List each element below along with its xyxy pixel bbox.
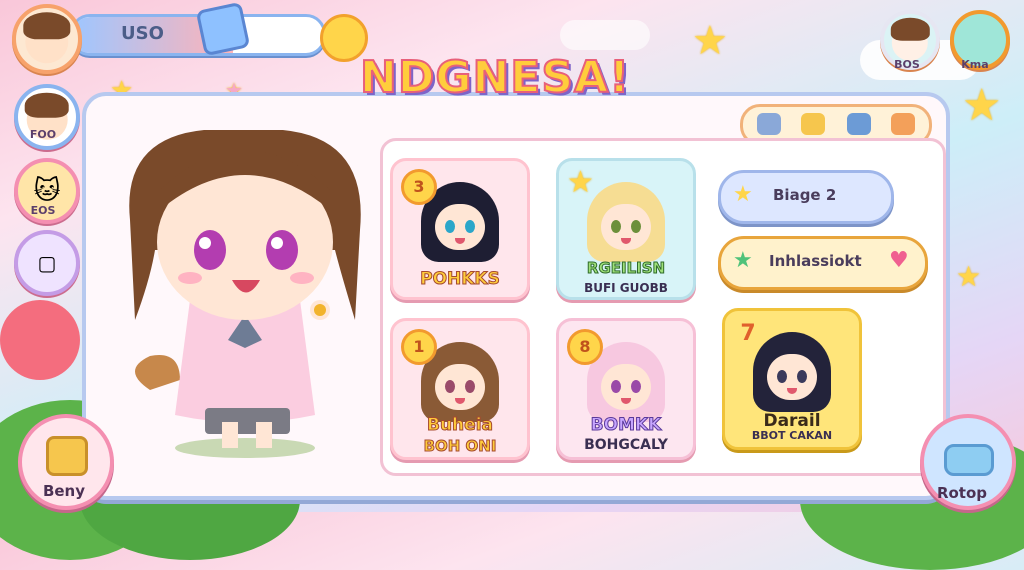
star-decoration: ★	[962, 80, 1002, 131]
card-name: BOMKK	[590, 415, 662, 436]
pet-teal[interactable]	[847, 113, 871, 135]
card-name: RGEILISN	[586, 259, 666, 278]
card-subtitle: BOH ONI	[423, 437, 497, 456]
card-name: Buheia	[427, 415, 494, 436]
card-subtitle: BUFI GUOBB	[584, 281, 668, 295]
star-decoration: ★	[692, 18, 728, 64]
heart-icon: ♥	[889, 248, 909, 273]
hand-icon[interactable]	[195, 1, 251, 57]
bottom-left-label: Beny	[42, 482, 86, 500]
chibi-face	[587, 182, 665, 262]
pink-pet	[0, 300, 80, 380]
card-number-badge: 1	[401, 329, 437, 365]
pet-blue[interactable]	[757, 113, 781, 135]
progress-value: USO	[121, 23, 164, 44]
stage-button-label: Biage 2	[773, 186, 837, 204]
star-decoration: ★	[956, 260, 982, 293]
side-menu-button-3[interactable]: ▢	[14, 230, 80, 296]
pet-yellow[interactable]	[801, 113, 825, 135]
bottom-right-label: Rotop	[936, 484, 988, 502]
avatar-face	[890, 17, 931, 61]
character-card-4[interactable]: 1 Buheia BOH ONI	[390, 318, 530, 460]
character-card-5[interactable]: 8 BOMKK BOHGCALY	[556, 318, 696, 460]
pet-orange[interactable]	[891, 113, 915, 135]
chibi-face	[753, 332, 831, 412]
indiessiokt-button[interactable]: ★ Inhlassiokt ♥	[718, 236, 928, 290]
card-number-badge: 8	[567, 329, 603, 365]
bread-icon	[46, 436, 88, 476]
player-avatar[interactable]	[12, 4, 82, 74]
mask-icon	[944, 444, 994, 476]
avatar-face	[23, 12, 71, 64]
game-title: NDGNESA!	[359, 51, 631, 104]
card-subtitle: BOHGCALY	[584, 437, 668, 453]
cloud	[560, 20, 650, 50]
bread-icon: ▢	[37, 251, 57, 275]
cat-icon: 🐱	[33, 176, 61, 206]
character-card-6[interactable]: 7 Darail BBOT CAKAN	[722, 308, 862, 450]
card-number-badge: 7	[740, 321, 756, 346]
card-number-badge: 3	[401, 169, 437, 205]
friend-label: Kma	[961, 58, 989, 71]
character-portrait	[129, 130, 361, 458]
star-icon: ★	[733, 248, 753, 273]
stage-button[interactable]: ★ Biage 2	[718, 170, 894, 224]
star-icon: ★	[733, 182, 753, 207]
card-subtitle: BBOT CAKAN	[751, 429, 833, 442]
card-name: POHKKS	[420, 269, 501, 290]
side-menu-label: EOS	[30, 204, 56, 217]
card-name: Darail	[763, 411, 821, 431]
indiessiokt-button-label: Inhlassiokt	[769, 252, 862, 270]
star-icon: ★	[567, 165, 594, 200]
character-card-2[interactable]: ★ RGEILISN BUFI GUOBB	[556, 158, 696, 300]
character-card-1[interactable]: 3 POHKKS	[390, 158, 530, 300]
side-menu-label: FOO	[29, 128, 57, 141]
